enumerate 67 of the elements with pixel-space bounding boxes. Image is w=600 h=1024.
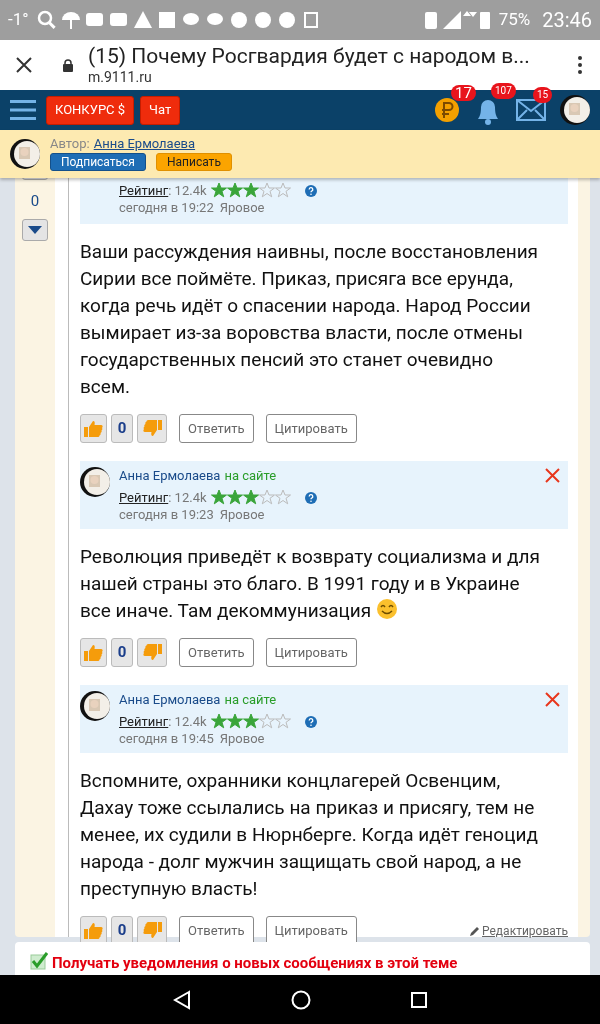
battery-percent: 75% <box>498 8 531 32</box>
quote-button[interactable]: Цитировать <box>265 414 357 443</box>
help-icon[interactable] <box>304 184 317 197</box>
message-button[interactable]: Написать <box>155 153 232 171</box>
comment-date: сегодня в 19:23 <box>119 506 214 523</box>
reply-button[interactable]: Ответить <box>179 414 254 443</box>
vote-count: 0 <box>30 191 40 212</box>
author-label: Автор: <box>50 137 90 150</box>
thumbs-down-icon <box>142 644 162 661</box>
thumbs-up-icon <box>84 922 103 939</box>
thumbs-down-icon <box>142 922 162 939</box>
rating-value: : 12.4k <box>168 713 207 730</box>
umbrella-icon <box>60 10 81 30</box>
author-link[interactable]: Анна Ермолаева <box>93 137 196 150</box>
comment-text: Революция приведёт к возврату социализма и для нашей страны это благо. В 1991 году и в Украине все иначе. Там декоммунизация <box>80 544 541 624</box>
online-status: на сайте <box>224 467 277 484</box>
thumbs-down-icon <box>142 420 162 437</box>
checkbox[interactable] <box>30 952 48 970</box>
comment-date: сегодня в 19:22 <box>119 199 214 216</box>
help-icon[interactable] <box>304 715 317 728</box>
rating-value: : 12.4k <box>168 489 207 506</box>
quote-button[interactable]: Цитировать <box>265 638 357 667</box>
back-icon[interactable] <box>173 989 191 1010</box>
recents-icon[interactable] <box>411 991 427 1008</box>
envelope-icon[interactable] <box>516 99 546 121</box>
comment-date: сегодня в 19:45 <box>119 730 214 747</box>
help-icon[interactable] <box>304 491 317 504</box>
menu-icon[interactable] <box>577 55 583 75</box>
comment-location: Яровое <box>219 730 265 747</box>
author-link[interactable]: Анна Ермолаева <box>119 467 221 484</box>
reply-button[interactable]: Ответить <box>179 638 254 667</box>
count-badge: 17 <box>451 85 476 101</box>
avatar-icon <box>10 139 40 169</box>
warning-icon <box>132 10 153 30</box>
thumbs-up-icon <box>84 420 103 437</box>
avatar-icon <box>80 467 110 497</box>
comment-text: Вспомните, охранники концлагерей Освенцим, Дахау тоже ссылались на приказ и присягу, тем не менее, их судили в Нюрнберге. Когда идёт геноцид народа - долг мужчин защищать свой народ, а не преступную власть! <box>80 768 539 902</box>
pencil-icon <box>470 925 480 936</box>
avatar-icon <box>80 691 110 721</box>
vote-count: 0 <box>111 638 133 667</box>
edit-link[interactable]: Редактировать <box>470 921 568 940</box>
avatar-icon <box>560 95 590 125</box>
comment-text: Ваши рассуждения наивны, после восстановления Сирии все поймёте. Приказ, присяга все ерунда, когда речь идёт о спасении народа. Народ России вымирает из-за воровства власти, после отмены государственных пенсий это станет очевидно всем. <box>80 239 540 400</box>
nav-button[interactable]: Чат <box>140 95 181 125</box>
lock-icon <box>63 58 73 72</box>
ruble-coin-icon[interactable] <box>434 97 460 123</box>
notification-label: Получать уведомления о новых сообщениях в этой теме <box>52 953 458 974</box>
rating-value: : 12.4k <box>168 182 207 199</box>
clock: 23:46 <box>542 7 592 34</box>
page-url: m.9111.ru <box>88 69 153 87</box>
thumbs-up-icon <box>84 644 103 661</box>
comment-location: Яровое <box>219 199 265 216</box>
count-badge: 107 <box>491 83 516 99</box>
home-icon[interactable] <box>291 989 311 1010</box>
close-icon[interactable] <box>15 56 33 74</box>
vote-count: 0 <box>111 414 133 443</box>
online-status: на сайте <box>224 691 277 708</box>
comment-location: Яровое <box>219 506 265 523</box>
search-icon <box>36 10 57 30</box>
author-link[interactable]: Анна Ермолаева <box>119 691 221 708</box>
subscribe-button[interactable]: Подписаться <box>50 153 146 171</box>
temperature: -1° <box>8 8 29 32</box>
page-title: (15) Почему Росгвардия будет с народом в... <box>88 43 531 70</box>
downvote-button[interactable] <box>22 218 48 241</box>
down-arrow-icon <box>28 225 42 234</box>
count-badge: 15 <box>533 87 553 103</box>
nav-button[interactable]: КОНКУРС $ <box>46 95 135 125</box>
